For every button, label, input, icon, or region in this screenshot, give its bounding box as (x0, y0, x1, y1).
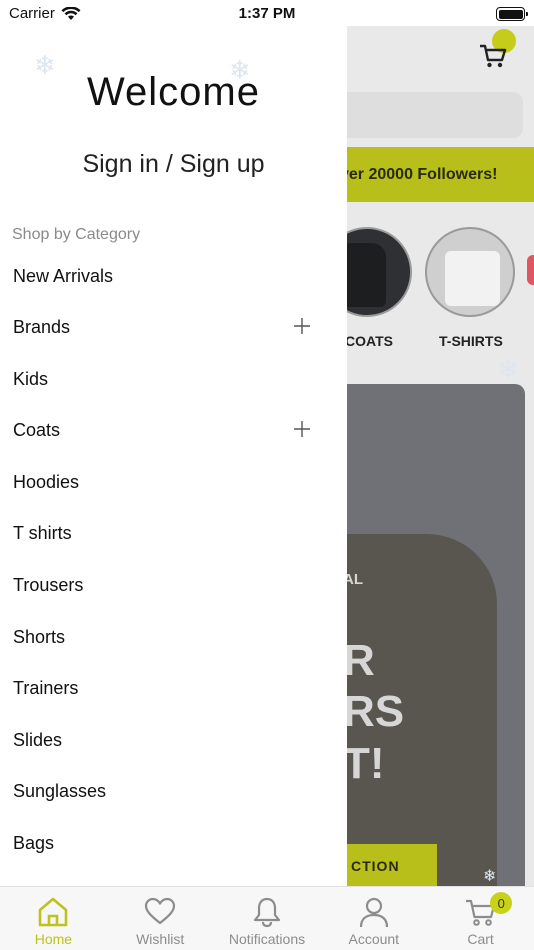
menu-item-hoodies[interactable]: Hoodies (13, 462, 333, 502)
tab-home-label: Home (34, 931, 73, 947)
status-time: 1:37 PM (238, 5, 296, 22)
plus-icon[interactable] (291, 315, 313, 337)
menu-item-kids[interactable]: Kids (13, 359, 333, 399)
hero-text-line1: AL (347, 571, 363, 588)
tab-notifications[interactable]: Notifications (214, 887, 321, 950)
navigation-drawer: ❄ ❄ Welcome Sign in / Sign up Shop by Ca… (0, 0, 347, 886)
heart-icon (145, 897, 176, 925)
menu-item-label: Trainers (13, 677, 79, 698)
sign-in-link[interactable]: Sign in / Sign up (0, 150, 347, 179)
hero-text-line3: RS (347, 687, 405, 736)
tab-wishlist-label: Wishlist (136, 931, 185, 947)
menu-item-shorts[interactable]: Shorts (13, 617, 333, 657)
tab-cart-label: Cart (467, 931, 494, 947)
tab-notifications-label: Notifications (228, 931, 306, 947)
menu-item-t-shirts[interactable]: T shirts (13, 513, 333, 553)
tab-home[interactable]: Home (0, 887, 107, 950)
menu-item-label: Trousers (13, 574, 84, 595)
hero-text-line4: T! (347, 739, 385, 788)
tab-account[interactable]: Account (320, 887, 427, 950)
hero-banner[interactable]: AL R RS T! CTION (347, 384, 525, 886)
menu-item-label: Hoodies (13, 471, 80, 492)
cart-count-badge: 0 (490, 892, 513, 914)
snowflake-icon: ❄ (483, 868, 497, 885)
cart-icon[interactable] (478, 41, 508, 71)
search-bar[interactable] (347, 92, 523, 138)
home-icon (39, 897, 68, 927)
menu-item-new-arrivals[interactable]: New Arrivals (13, 256, 333, 296)
menu-item-label: Sunglasses (13, 780, 107, 801)
menu-item-trousers[interactable]: Trousers (13, 565, 333, 605)
menu-item-label: Kids (13, 368, 49, 389)
menu-item-slides[interactable]: Slides (13, 720, 333, 760)
plus-icon[interactable] (291, 418, 313, 440)
tab-wishlist[interactable]: Wishlist (107, 887, 214, 950)
tab-cart[interactable]: 0 Cart (427, 887, 534, 950)
menu-item-bags[interactable]: Bags (13, 823, 333, 863)
menu-item-sunglasses[interactable]: Sunglasses (13, 771, 333, 811)
status-bar: Carrier 1:37 PM (0, 0, 534, 28)
category-thumb-tshirts[interactable] (425, 227, 515, 317)
menu-item-label: Shorts (13, 626, 66, 647)
menu-item-label: Brands (13, 316, 71, 337)
menu-item-label: T shirts (13, 522, 72, 543)
tab-account-label: Account (348, 931, 400, 947)
menu-item-label: New Arrivals (13, 265, 114, 286)
menu-item-label: Bags (13, 832, 55, 853)
background-home-screen[interactable]: ver 20000 Followers! COATS T-SHIRTS AL R… (347, 26, 534, 886)
user-icon (359, 897, 388, 928)
bottom-tab-bar: Home Wishlist Notifications Account 0 Ca… (0, 886, 534, 950)
menu-item-brands[interactable]: Brands (13, 307, 333, 347)
category-thumb-coats[interactable] (347, 227, 412, 317)
section-label-shop-by-category: Shop by Category (12, 226, 141, 243)
menu-item-label: Coats (13, 419, 61, 440)
menu-item-trainers[interactable]: Trainers (13, 668, 333, 708)
battery-icon (496, 7, 528, 21)
snowflake-icon: ❄ (497, 354, 519, 384)
hero-text-line2: R (347, 636, 375, 685)
welcome-heading: Welcome (87, 70, 260, 114)
category-label-coats: COATS (347, 333, 393, 349)
promo-banner: ver 20000 Followers! (347, 147, 534, 202)
category-label-tshirts: T-SHIRTS (439, 333, 503, 349)
promo-banner-text: ver 20000 Followers! (347, 165, 498, 183)
category-thumb-partial[interactable] (527, 255, 534, 285)
hero-shop-button[interactable]: CTION (347, 844, 437, 886)
bell-icon (253, 897, 281, 928)
menu-item-label: Slides (13, 729, 63, 750)
menu-item-coats[interactable]: Coats (13, 410, 333, 450)
